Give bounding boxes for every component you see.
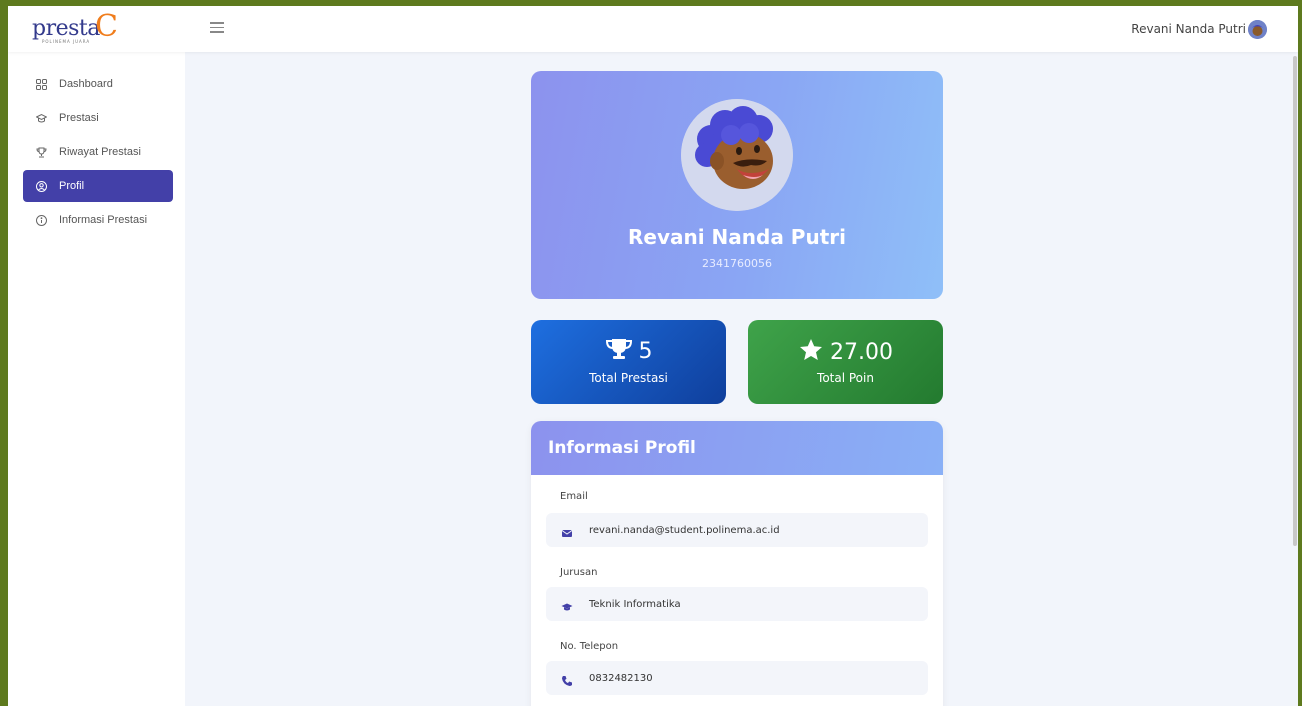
user-circle-icon: [36, 180, 47, 192]
sidebar-item-label: Dashboard: [59, 78, 113, 90]
total-poin-label: Total Poin: [817, 371, 874, 385]
logo[interactable]: presta C POLINEMA JUARA: [32, 9, 132, 45]
phone-icon: [561, 672, 573, 686]
sidebar-item-label: Riwayat Prestasi: [59, 146, 141, 158]
header-user-name[interactable]: Revani Nanda Putri: [1131, 22, 1246, 36]
trophy-icon: [605, 338, 633, 364]
total-prestasi-card: 5 Total Prestasi: [531, 320, 726, 404]
email-value: revani.nanda@student.polinema.ac.id: [589, 524, 780, 536]
graduation-cap-icon: [35, 113, 48, 124]
info-icon: [36, 214, 47, 226]
sidebar-item-informasi-prestasi[interactable]: Informasi Prestasi: [23, 204, 173, 236]
menu-toggle-icon[interactable]: [210, 22, 224, 34]
total-poin-card: 27.00 Total Poin: [748, 320, 943, 404]
logo-text: presta: [32, 16, 100, 41]
profile-card: Revani Nanda Putri 2341760056: [531, 71, 943, 299]
jurusan-label: Jurusan: [560, 567, 598, 578]
total-prestasi-value: 5: [638, 338, 653, 364]
grid-icon: [36, 78, 47, 90]
profile-nim: 2341760056: [702, 257, 772, 270]
graduation-cap-icon: [561, 598, 573, 611]
email-field: revani.nanda@student.polinema.ac.id: [546, 513, 928, 547]
header-avatar[interactable]: [1248, 20, 1267, 39]
sidebar-item-label: Prestasi: [59, 112, 99, 124]
logo-c: C: [95, 9, 118, 44]
app-window: presta C POLINEMA JUARA Revani Nanda Put…: [8, 6, 1298, 706]
info-card-header: Informasi Profil: [531, 421, 943, 475]
telepon-value: 0832482130: [589, 672, 653, 684]
total-prestasi-label: Total Prestasi: [589, 371, 668, 385]
email-label: Email: [560, 491, 588, 502]
sidebar-item-prestasi[interactable]: Prestasi: [23, 102, 173, 134]
jurusan-field: Teknik Informatika: [546, 587, 928, 621]
info-card-title: Informasi Profil: [548, 438, 696, 458]
sidebar-item-profil[interactable]: Profil: [23, 170, 173, 202]
sidebar-item-riwayat-prestasi[interactable]: Riwayat Prestasi: [23, 136, 173, 168]
page-scrollbar[interactable]: [1292, 52, 1298, 706]
sidebar-item-dashboard[interactable]: Dashboard: [23, 68, 173, 100]
logo-subtitle: POLINEMA JUARA: [42, 39, 91, 44]
profile-info-card: Informasi Profil Email revani.nanda@stud…: [531, 421, 943, 706]
scrollbar-thumb[interactable]: [1293, 56, 1297, 546]
profile-avatar: [681, 99, 793, 211]
profile-name: Revani Nanda Putri: [628, 225, 846, 249]
total-poin-value: 27.00: [830, 339, 893, 365]
telepon-label: No. Telepon: [560, 641, 619, 652]
jurusan-value: Teknik Informatika: [589, 598, 681, 610]
top-header: presta C POLINEMA JUARA Revani Nanda Put…: [8, 6, 1298, 52]
envelope-icon: [561, 524, 573, 537]
sidebar-item-label: Profil: [59, 180, 85, 192]
trophy-outline-icon: [36, 147, 47, 158]
star-icon: [798, 338, 824, 366]
sidebar: Dashboard Prestasi Riwayat Prestasi Prof…: [8, 52, 185, 706]
telepon-field: 0832482130: [546, 661, 928, 695]
sidebar-item-label: Informasi Prestasi: [59, 214, 148, 226]
